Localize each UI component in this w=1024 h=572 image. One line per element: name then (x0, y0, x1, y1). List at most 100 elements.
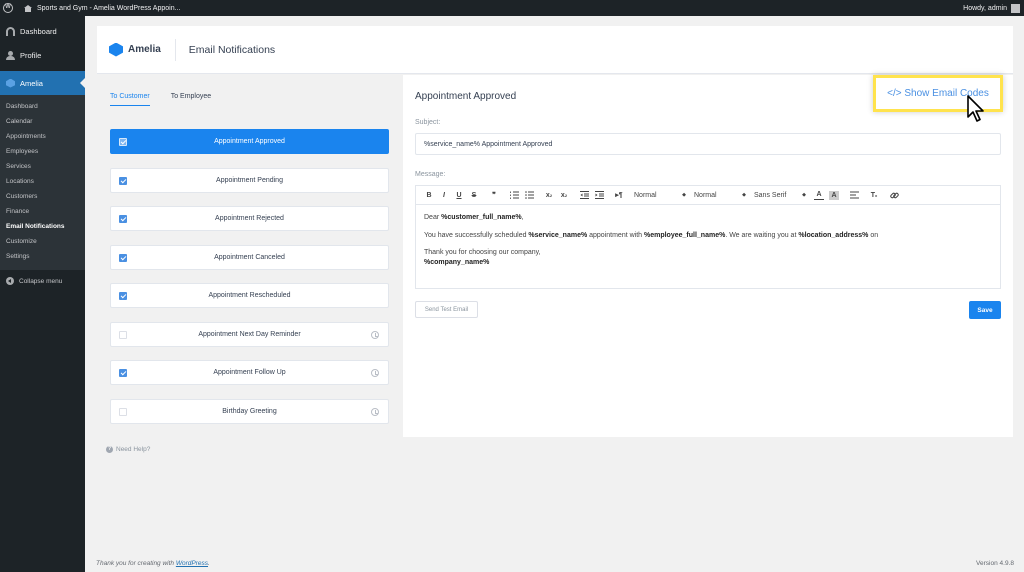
collapse-menu-button[interactable]: Collapse menu (0, 270, 85, 292)
submenu-item-appointments[interactable]: Appointments (0, 129, 85, 144)
submenu-item-customers[interactable]: Customers (0, 189, 85, 204)
sidebar-item-label: Dashboard (20, 26, 57, 36)
page-title: Email Notifications (188, 43, 276, 56)
collapse-label: Collapse menu (19, 277, 63, 285)
notification-item[interactable]: Appointment Follow Up (110, 360, 389, 385)
save-button[interactable]: Save (969, 301, 1001, 319)
submenu-item-customize[interactable]: Customize (0, 234, 85, 249)
tab-to-employee[interactable]: To Employee (171, 93, 211, 106)
company-name-code: %company_name% (424, 258, 490, 266)
dashboard-icon (6, 26, 15, 36)
indent-icon[interactable] (594, 189, 604, 201)
notification-enabled-checkbox[interactable] (119, 253, 127, 262)
select-caret-icon: ◆ (742, 192, 746, 198)
user-icon (6, 50, 15, 60)
notification-enabled-checkbox[interactable] (119, 369, 127, 377)
notification-label: Birthday Greeting (222, 407, 277, 415)
superscript-icon[interactable]: x2 (559, 189, 569, 201)
question-icon: ? (106, 446, 113, 453)
subscript-icon[interactable]: x2 (544, 189, 554, 201)
send-test-email-button[interactable]: Send Test Email (415, 301, 478, 318)
sidebar-item-dashboard[interactable]: Dashboard (0, 19, 85, 43)
clock-icon (371, 369, 379, 377)
notification-enabled-checkbox[interactable] (119, 407, 127, 416)
notification-item[interactable]: Appointment Rejected (110, 206, 389, 231)
submenu-item-calendar[interactable]: Calendar (0, 114, 85, 129)
submenu-item-locations[interactable]: Locations (0, 174, 85, 189)
notification-enabled-checkbox[interactable] (119, 176, 127, 185)
clear-format-icon[interactable]: Tx (869, 189, 879, 201)
amelia-submenu: Dashboard Calendar Appointments Employee… (0, 95, 85, 270)
tab-to-customer[interactable]: To Customer (110, 93, 150, 106)
notification-list-panel: To Customer To Employee Appointment Appr… (97, 75, 402, 437)
align-icon[interactable] (849, 189, 859, 201)
wordpress-link[interactable]: WordPress (176, 560, 208, 567)
page-header: Amelia Email Notifications (97, 26, 1013, 74)
sidebar-item-amelia[interactable]: Amelia (0, 71, 85, 95)
sidebar-item-profile[interactable]: Profile (0, 43, 85, 67)
notification-enabled-checkbox[interactable] (119, 292, 127, 300)
wordpress-logo-icon[interactable]: W (0, 0, 16, 16)
size-select-value: Normal (634, 191, 657, 199)
submenu-item-email-notifications[interactable]: Email Notifications (0, 219, 85, 234)
body-line: You have successfully scheduled %service… (424, 231, 879, 239)
outdent-icon[interactable] (579, 189, 589, 201)
notification-item[interactable]: Appointment Canceled (110, 244, 389, 270)
notification-item[interactable]: Appointment Pending (110, 167, 389, 193)
subject-input[interactable]: %service_name% Appointment Approved (415, 133, 1001, 155)
bold-button[interactable]: B (424, 189, 434, 201)
submenu-item-employees[interactable]: Employees (0, 144, 85, 159)
sidebar-item-label: Profile (20, 50, 42, 60)
submenu-item-finance[interactable]: Finance (0, 204, 85, 219)
notification-label: Appointment Canceled (214, 253, 285, 261)
sidebar-item-label: Amelia (20, 78, 43, 88)
text-color-icon[interactable]: A (814, 191, 824, 200)
logo-text: Amelia (128, 44, 161, 55)
font-select-value: Sans Serif (754, 191, 787, 199)
message-editor[interactable]: Dear %customer_full_name%, You have succ… (415, 205, 1001, 289)
need-help-link[interactable]: ? Need Help? (106, 446, 150, 453)
service-name-code: %service_name% (528, 231, 588, 239)
header-select-value: Normal (694, 191, 717, 199)
submenu-item-dashboard[interactable]: Dashboard (0, 99, 85, 114)
collapse-icon (6, 277, 14, 285)
text-direction-icon[interactable]: ▸¶ (614, 189, 624, 201)
version-text: Version 4.9.8 (976, 560, 1014, 567)
ordered-list-icon[interactable] (509, 189, 519, 201)
avatar (1011, 3, 1020, 13)
bullet-list-icon[interactable] (524, 189, 534, 201)
font-select[interactable]: Sans Serif ◆ (754, 192, 806, 199)
notification-enabled-checkbox[interactable] (119, 138, 127, 146)
submenu-item-services[interactable]: Services (0, 159, 85, 174)
site-name: Sports and Gym - Amelia WordPress Appoin… (37, 4, 181, 12)
notification-item[interactable]: Appointment Next Day Reminder (110, 321, 389, 347)
amelia-icon (6, 78, 15, 88)
background-color-icon[interactable]: A (829, 190, 839, 200)
clock-icon (371, 330, 379, 339)
underline-button[interactable]: U (454, 189, 464, 201)
strike-button[interactable]: S (469, 189, 479, 201)
notification-label: Appointment Rescheduled (208, 292, 291, 299)
italic-button[interactable]: I (439, 189, 449, 201)
blockquote-button[interactable]: ❞ (489, 189, 499, 201)
subject-label: Subject: (415, 119, 441, 126)
notification-item[interactable]: Appointment Rescheduled (110, 283, 389, 308)
admin-sidebar: Dashboard Profile Amelia Dashboard Calen… (0, 16, 85, 572)
editor-toolbar: B I U S ❞ x2 x2 ▸¶ Normal ◆ Normal ◆ San… (415, 185, 1001, 205)
notification-item[interactable]: Birthday Greeting (110, 398, 389, 424)
submenu-item-settings[interactable]: Settings (0, 249, 85, 264)
howdy-text: Howdy, admin (963, 4, 1007, 12)
location-address-code: %location_address% (798, 231, 869, 239)
size-select[interactable]: Normal ◆ (634, 192, 686, 199)
notification-enabled-checkbox[interactable] (119, 215, 127, 223)
thanks-line: Thank you for choosing our company, (424, 249, 541, 256)
footer-thanks: Thank you for creating with WordPress. (96, 560, 210, 567)
account-menu[interactable]: Howdy, admin (963, 0, 1020, 16)
notification-item[interactable]: Appointment Approved (110, 129, 389, 154)
header-select[interactable]: Normal ◆ (694, 192, 746, 199)
notification-enabled-checkbox[interactable] (119, 330, 127, 339)
link-icon[interactable] (889, 189, 899, 201)
customer-name-code: %customer_full_name% (441, 214, 522, 221)
site-name-link[interactable]: Sports and Gym - Amelia WordPress Appoin… (24, 4, 181, 12)
company-line: %company_name% (424, 258, 992, 268)
